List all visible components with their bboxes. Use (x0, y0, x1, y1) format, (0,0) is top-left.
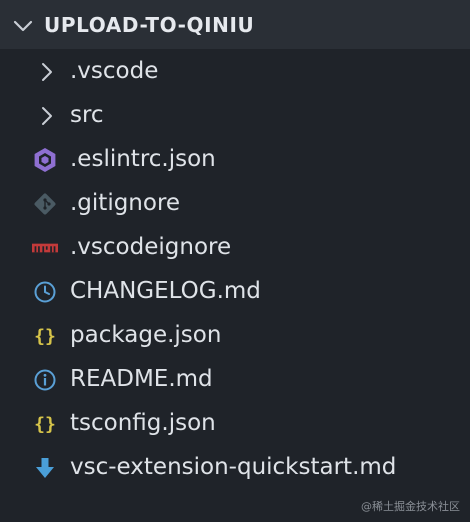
json-braces-icon: {} (32, 323, 58, 349)
tree-item-label: package.json (70, 322, 222, 348)
tree-file-vscodeignore[interactable]: .vscodeignore (0, 225, 470, 269)
explorer-root-header[interactable]: UPLOAD-TO-QINIU (0, 0, 470, 49)
tree-item-label: vsc-extension-quickstart.md (70, 454, 397, 480)
eslint-icon (32, 147, 58, 173)
tree-item-label: CHANGELOG.md (70, 278, 261, 304)
git-icon (32, 191, 58, 217)
chevron-right-icon (34, 59, 60, 85)
svg-text:{}: {} (34, 326, 56, 347)
tree-folder-vscode[interactable]: .vscode (0, 49, 470, 93)
npm-icon (32, 235, 58, 261)
download-arrow-icon (32, 455, 58, 481)
tree-file-readme[interactable]: README.md (0, 357, 470, 401)
tree-file-gitignore[interactable]: .gitignore (0, 181, 470, 225)
tree-item-label: tsconfig.json (70, 410, 216, 436)
info-icon (32, 367, 58, 393)
tree-folder-src[interactable]: src (0, 93, 470, 137)
explorer-root-title: UPLOAD-TO-QINIU (44, 13, 255, 37)
tree-file-changelog[interactable]: CHANGELOG.md (0, 269, 470, 313)
tree-item-label: src (70, 102, 104, 128)
tree-file-package-json[interactable]: {} package.json (0, 313, 470, 357)
tree-item-label: .gitignore (70, 190, 181, 216)
tree-item-label: .vscodeignore (70, 234, 232, 260)
chevron-right-icon (34, 103, 60, 129)
tree-item-label: .eslintrc.json (70, 146, 216, 172)
file-tree: .vscode src .eslintrc.json .gitignore .v… (0, 49, 470, 489)
svg-text:{}: {} (34, 414, 56, 435)
json-braces-icon: {} (32, 411, 58, 437)
chevron-down-icon (13, 20, 33, 32)
tree-file-eslintrc[interactable]: .eslintrc.json (0, 137, 470, 181)
tree-file-tsconfig[interactable]: {} tsconfig.json (0, 401, 470, 445)
clock-icon (32, 279, 58, 305)
tree-item-label: .vscode (70, 58, 159, 84)
tree-file-quickstart[interactable]: vsc-extension-quickstart.md (0, 445, 470, 489)
tree-item-label: README.md (70, 366, 213, 392)
watermark-text: @稀土掘金技术社区 (361, 500, 460, 513)
